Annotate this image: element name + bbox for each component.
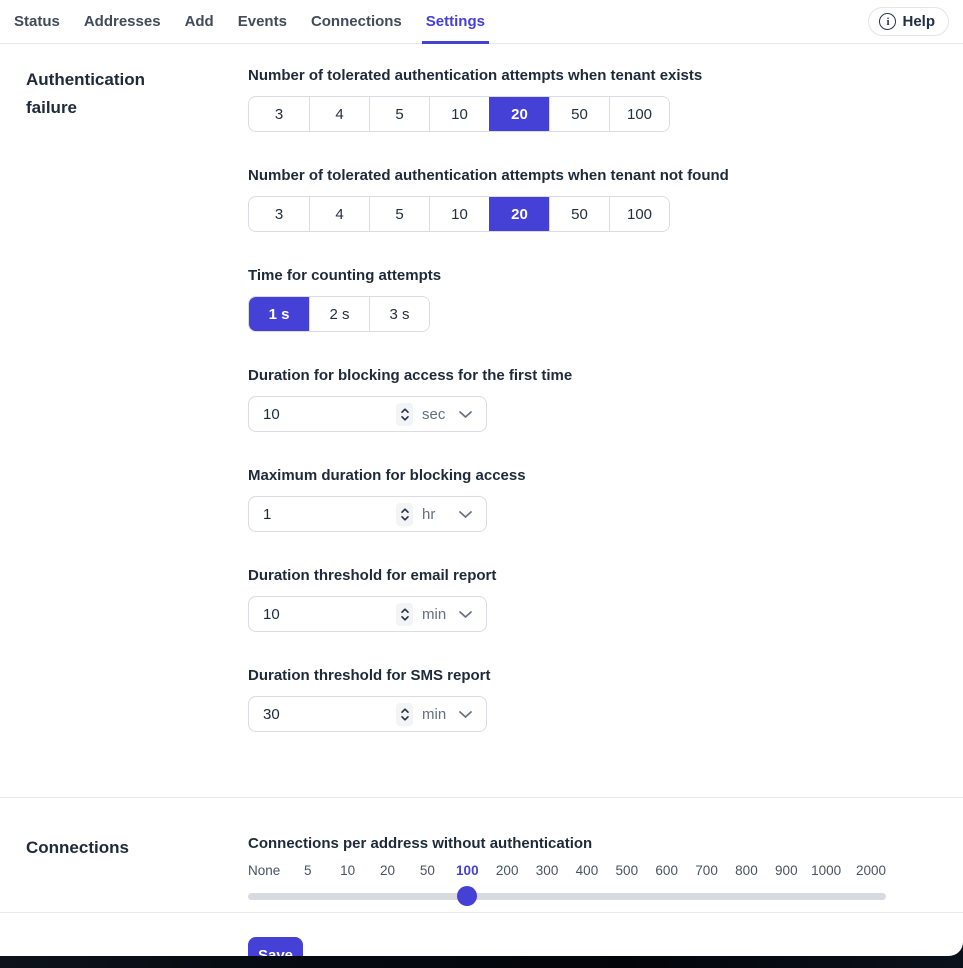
segment-option-1-s[interactable]: 1 s <box>249 297 309 331</box>
help-button[interactable]: i Help <box>868 7 949 36</box>
slider-tick-200[interactable]: 200 <box>487 862 527 880</box>
segment-option-20[interactable]: 20 <box>489 197 549 231</box>
segmented-tenant-not-found: 345102050100 <box>248 196 670 232</box>
segment-option-20[interactable]: 20 <box>489 97 549 131</box>
nav-tabs: Status Addresses Add Events Connections … <box>14 0 485 43</box>
slider-tick-labels: None510205010020030040050060070080090010… <box>248 862 886 880</box>
segment-option-50[interactable]: 50 <box>549 197 609 231</box>
label-connections-per-address: Connections per address without authenti… <box>248 834 963 854</box>
email-report-value-input[interactable] <box>263 606 396 623</box>
section-connections: Connections Connections per address with… <box>0 798 963 912</box>
slider-tick-400[interactable]: 400 <box>567 862 607 880</box>
slider-tick-500[interactable]: 500 <box>607 862 647 880</box>
group-block-max: Maximum duration for blocking access hr <box>248 466 963 532</box>
label-block-first: Duration for blocking access for the fir… <box>248 366 963 386</box>
segment-option-3-s[interactable]: 3 s <box>369 297 429 331</box>
group-sms-report: Duration threshold for SMS report min <box>248 666 963 732</box>
info-circle-icon: i <box>879 13 896 30</box>
segment-option-4[interactable]: 4 <box>309 197 369 231</box>
sms-report-value-input[interactable] <box>263 706 396 723</box>
slider-tick-1000[interactable]: 1000 <box>806 862 846 880</box>
slider-tick-2000[interactable]: 2000 <box>846 862 886 880</box>
section-heading-connections: Connections <box>26 834 176 862</box>
slider-tick-none[interactable]: None <box>248 862 288 880</box>
slider-tick-600[interactable]: 600 <box>647 862 687 880</box>
label-tenant-exists: Number of tolerated authentication attem… <box>248 66 963 86</box>
tab-addresses[interactable]: Addresses <box>84 0 161 43</box>
group-connections-per-address: Connections per address without authenti… <box>248 834 963 906</box>
duration-field-block-max: hr <box>248 496 487 532</box>
tab-connections[interactable]: Connections <box>311 0 402 43</box>
slider-tick-20[interactable]: 20 <box>368 862 408 880</box>
stepper-icon[interactable] <box>396 603 413 626</box>
chevron-down-icon[interactable] <box>458 510 473 519</box>
chevron-down-icon[interactable] <box>458 610 473 619</box>
segment-option-3[interactable]: 3 <box>249 197 309 231</box>
segmented-tenant-exists: 345102050100 <box>248 96 670 132</box>
duration-field-sms-report: min <box>248 696 487 732</box>
block-max-unit: hr <box>422 506 458 523</box>
connections-slider: None510205010020030040050060070080090010… <box>248 862 886 906</box>
tab-events[interactable]: Events <box>238 0 287 43</box>
stepper-icon[interactable] <box>396 503 413 526</box>
segment-option-10[interactable]: 10 <box>429 197 489 231</box>
section-authentication-failure: Authentication failure Number of tolerat… <box>0 44 963 797</box>
slider-handle[interactable] <box>457 886 477 906</box>
stepper-icon[interactable] <box>396 703 413 726</box>
stepper-icon[interactable] <box>396 403 413 426</box>
save-button[interactable]: Save <box>248 937 303 956</box>
segment-option-50[interactable]: 50 <box>549 97 609 131</box>
group-counting-time: Time for counting attempts 1 s2 s3 s <box>248 266 963 332</box>
footer: Save <box>0 913 963 956</box>
segment-option-100[interactable]: 100 <box>609 197 669 231</box>
segment-option-100[interactable]: 100 <box>609 97 669 131</box>
slider-tick-100[interactable]: 100 <box>447 862 487 880</box>
sms-report-unit: min <box>422 706 458 723</box>
segment-option-10[interactable]: 10 <box>429 97 489 131</box>
section-heading-authentication-failure: Authentication failure <box>26 66 176 122</box>
label-sms-report: Duration threshold for SMS report <box>248 666 963 686</box>
segmented-counting-time: 1 s2 s3 s <box>248 296 430 332</box>
slider-track[interactable] <box>248 893 886 900</box>
label-tenant-not-found: Number of tolerated authentication attem… <box>248 166 963 186</box>
help-label: Help <box>902 13 935 30</box>
label-block-max: Maximum duration for blocking access <box>248 466 963 486</box>
label-counting-time: Time for counting attempts <box>248 266 963 286</box>
duration-field-block-first: sec <box>248 396 487 432</box>
segment-option-5[interactable]: 5 <box>369 97 429 131</box>
label-email-report: Duration threshold for email report <box>248 566 963 586</box>
block-first-unit: sec <box>422 406 458 423</box>
top-nav: Status Addresses Add Events Connections … <box>0 0 963 44</box>
slider-tick-5[interactable]: 5 <box>288 862 328 880</box>
settings-page: Status Addresses Add Events Connections … <box>0 0 963 956</box>
segment-option-5[interactable]: 5 <box>369 197 429 231</box>
slider-tick-700[interactable]: 700 <box>687 862 727 880</box>
slider-tick-50[interactable]: 50 <box>408 862 448 880</box>
segment-option-2-s[interactable]: 2 s <box>309 297 369 331</box>
block-max-value-input[interactable] <box>263 506 396 523</box>
chevron-down-icon[interactable] <box>458 410 473 419</box>
duration-field-email-report: min <box>248 596 487 632</box>
segment-option-3[interactable]: 3 <box>249 97 309 131</box>
slider-tick-300[interactable]: 300 <box>527 862 567 880</box>
tab-status[interactable]: Status <box>14 0 60 43</box>
slider-tick-10[interactable]: 10 <box>328 862 368 880</box>
slider-tick-800[interactable]: 800 <box>727 862 767 880</box>
group-tenant-not-found: Number of tolerated authentication attem… <box>248 166 963 232</box>
chevron-down-icon[interactable] <box>458 710 473 719</box>
group-email-report: Duration threshold for email report min <box>248 566 963 632</box>
tab-settings[interactable]: Settings <box>426 0 485 43</box>
slider-tick-900[interactable]: 900 <box>766 862 806 880</box>
tab-add[interactable]: Add <box>185 0 214 43</box>
block-first-value-input[interactable] <box>263 406 396 423</box>
email-report-unit: min <box>422 606 458 623</box>
group-tenant-exists: Number of tolerated authentication attem… <box>248 66 963 132</box>
group-block-first: Duration for blocking access for the fir… <box>248 366 963 432</box>
segment-option-4[interactable]: 4 <box>309 97 369 131</box>
